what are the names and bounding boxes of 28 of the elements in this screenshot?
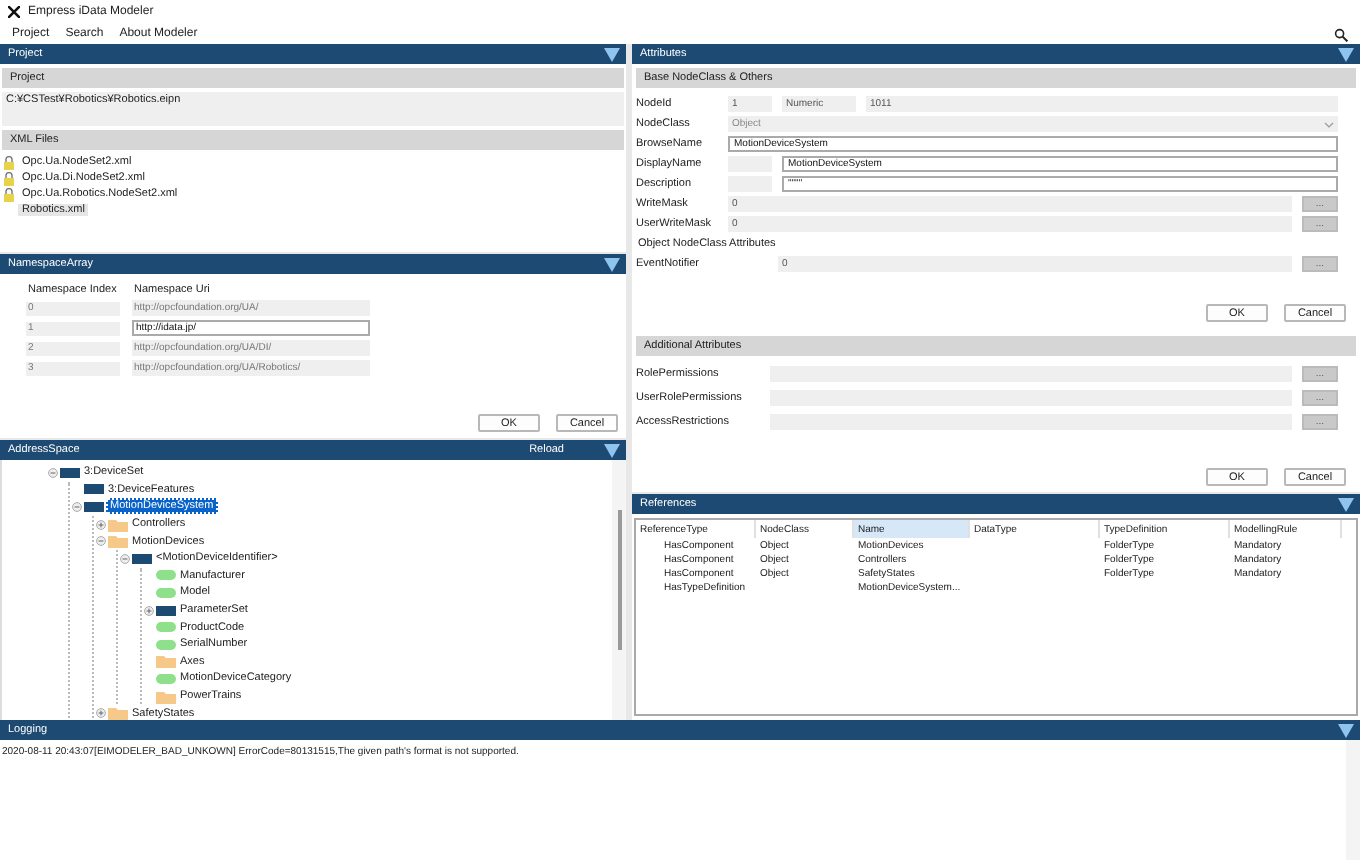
collapse-triangle-icon[interactable] (1338, 497, 1354, 511)
collapse-toggle-icon[interactable] (47, 467, 57, 478)
scrollbar[interactable] (612, 460, 626, 720)
collapse-toggle-icon[interactable] (119, 553, 129, 564)
collapse-triangle-icon[interactable] (1338, 47, 1354, 61)
collapse-triangle-icon[interactable] (604, 47, 620, 61)
object-node-icon (84, 501, 104, 512)
search-icon[interactable] (1334, 27, 1348, 41)
variable-node-icon (156, 673, 176, 684)
collapse-toggle-icon[interactable] (95, 536, 105, 547)
collapse-triangle-icon[interactable] (604, 443, 620, 457)
object-node-icon (84, 484, 104, 495)
expand-toggle-icon[interactable] (143, 605, 153, 616)
chevron-down-icon (1324, 121, 1334, 127)
object-node-icon (132, 553, 152, 564)
app-logo-icon (8, 6, 20, 18)
variable-node-icon (156, 570, 176, 581)
variable-node-icon (156, 587, 176, 598)
object-node-icon (156, 605, 176, 616)
variable-node-icon (156, 622, 176, 633)
collapse-triangle-icon[interactable] (604, 257, 620, 271)
variable-node-icon (156, 639, 176, 650)
expand-toggle-icon[interactable] (95, 708, 105, 719)
object-node-icon (60, 467, 80, 478)
collapse-toggle-icon[interactable] (71, 501, 81, 512)
scrollbar[interactable] (1346, 740, 1360, 860)
expand-toggle-icon[interactable] (95, 519, 105, 530)
collapse-triangle-icon[interactable] (1338, 723, 1354, 737)
